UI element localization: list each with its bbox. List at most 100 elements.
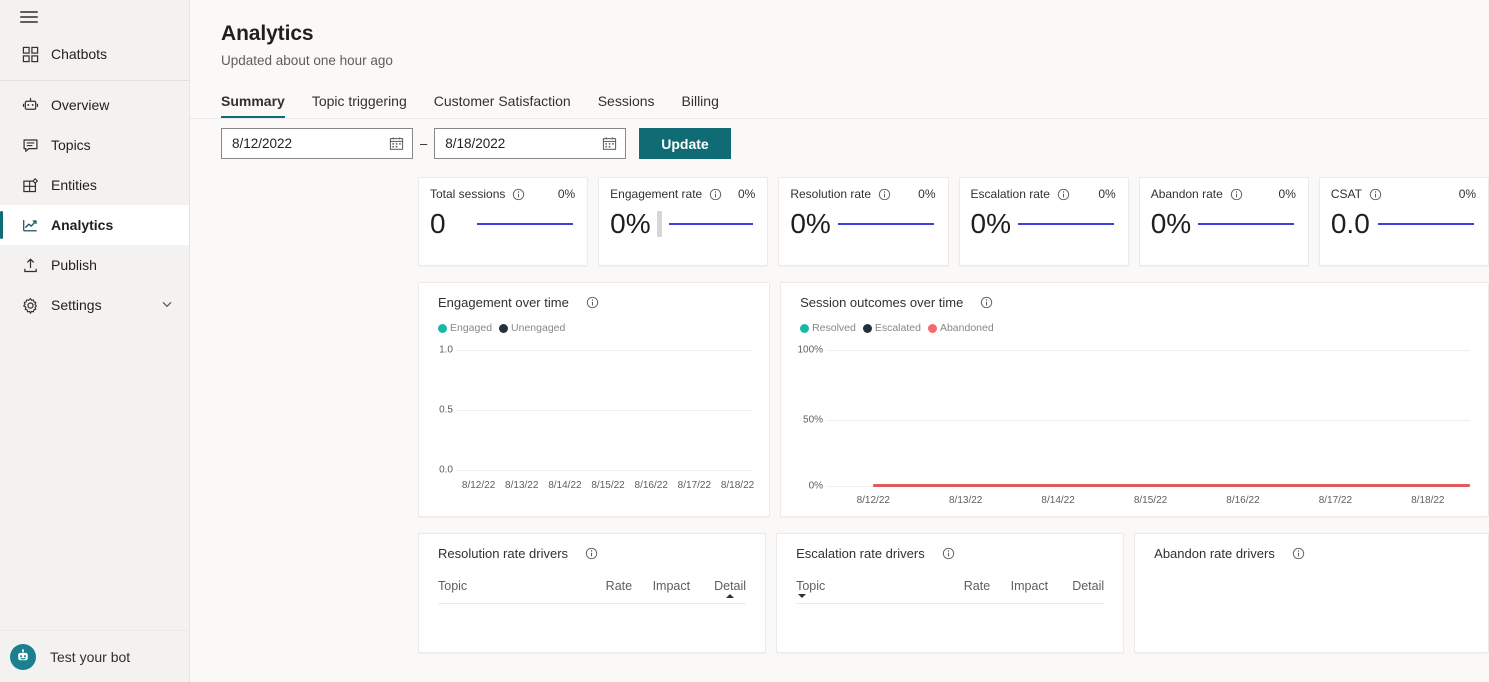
x-axis-tick: 8/13/22 bbox=[949, 495, 983, 506]
page-subtitle: Updated about one hour ago bbox=[221, 53, 393, 68]
column-header-impact[interactable]: Impact bbox=[632, 579, 691, 593]
sidebar-item-label: Topics bbox=[51, 137, 91, 153]
sidebar-item-entities[interactable]: Entities bbox=[0, 165, 189, 205]
sidebar: Chatbots Overview Topics Entities Analyt… bbox=[0, 0, 190, 682]
series-line-abandoned bbox=[873, 484, 1470, 487]
info-icon[interactable] bbox=[1230, 188, 1243, 201]
end-date-value: 8/18/2022 bbox=[445, 136, 506, 151]
gridline bbox=[457, 350, 754, 351]
x-axis: 8/12/22 8/13/22 8/14/22 8/15/22 8/16/22 … bbox=[457, 480, 759, 491]
kpi-label: CSAT bbox=[1330, 187, 1362, 201]
sort-ascending-icon bbox=[726, 594, 735, 598]
sidebar-item-chatbots[interactable]: Chatbots bbox=[0, 34, 189, 74]
legend-item[interactable]: Unengaged bbox=[499, 322, 565, 334]
start-date-input[interactable]: 8/12/2022 bbox=[221, 128, 413, 159]
tab-customer-satisfaction[interactable]: Customer Satisfaction bbox=[434, 93, 571, 118]
info-icon[interactable] bbox=[512, 188, 525, 201]
legend-label: Engaged bbox=[450, 322, 493, 334]
legend-item[interactable]: Escalated bbox=[862, 322, 921, 334]
kpi-value: 0.0 bbox=[1330, 208, 1370, 239]
table-header-row: Topic Rate Impact Detail bbox=[438, 579, 747, 604]
legend-item[interactable]: Abandoned bbox=[927, 322, 994, 334]
card-title: Escalation rate drivers bbox=[796, 546, 925, 561]
kpi-card-abandon-rate: Abandon rate 0% 0% bbox=[1138, 177, 1309, 266]
info-icon[interactable] bbox=[1292, 547, 1305, 560]
sidebar-item-overview[interactable]: Overview bbox=[0, 85, 189, 125]
gridline bbox=[827, 420, 1470, 421]
kpi-delta: 0% bbox=[1458, 187, 1477, 201]
sparkline-line bbox=[1017, 223, 1114, 225]
info-icon[interactable] bbox=[878, 188, 891, 201]
sort-descending-icon bbox=[798, 594, 807, 598]
end-date-input[interactable]: 8/18/2022 bbox=[434, 128, 627, 159]
session-outcomes-plot-area: 100% 50% 0% 8/12/22 8/13/22 8/14/22 8/15… bbox=[781, 340, 1488, 506]
kpi-card-total-sessions: Total sessions 0% 0 bbox=[418, 177, 589, 266]
card-title: Session outcomes over time bbox=[800, 295, 964, 310]
x-axis: 8/12/22 8/13/22 8/14/22 8/15/22 8/16/22 … bbox=[827, 495, 1474, 506]
sidebar-item-label: Chatbots bbox=[51, 46, 108, 62]
kpi-delta: 0% bbox=[918, 187, 936, 201]
hamburger-icon[interactable] bbox=[20, 11, 38, 23]
kpi-value: 0% bbox=[790, 208, 831, 239]
tab-sessions[interactable]: Sessions bbox=[598, 93, 655, 118]
info-icon[interactable] bbox=[942, 547, 955, 560]
info-icon[interactable] bbox=[585, 547, 598, 560]
legend-dot-escalated bbox=[862, 323, 872, 333]
legend-dot-abandoned bbox=[927, 323, 937, 333]
date-range-separator: – bbox=[420, 136, 428, 151]
x-axis-tick: 8/12/22 bbox=[461, 480, 496, 491]
column-header-topic[interactable]: Topic bbox=[438, 579, 588, 593]
sidebar-item-label: Overview bbox=[51, 97, 110, 113]
x-axis-tick: 8/14/22 bbox=[1041, 495, 1075, 506]
x-axis-tick: 8/12/22 bbox=[856, 495, 890, 506]
sparkline bbox=[477, 223, 575, 225]
legend-item[interactable]: Engaged bbox=[438, 322, 492, 334]
info-icon[interactable] bbox=[586, 296, 599, 309]
sidebar-item-publish[interactable]: Publish bbox=[0, 245, 189, 285]
kpi-value: 0% bbox=[970, 208, 1011, 239]
tab-topic-triggering[interactable]: Topic triggering bbox=[312, 93, 407, 118]
sparkline-line bbox=[669, 223, 754, 225]
sidebar-item-topics[interactable]: Topics bbox=[0, 125, 189, 165]
column-header-topic[interactable]: Topic bbox=[796, 579, 946, 598]
info-icon[interactable] bbox=[709, 188, 722, 201]
engagement-over-time-card: Engagement over time Engaged Unengaged 1… bbox=[418, 282, 771, 517]
chevron-down-icon[interactable] bbox=[161, 297, 173, 313]
escalation-rate-drivers-card: Escalation rate drivers Topic Rate Impac… bbox=[776, 533, 1125, 653]
sidebar-item-analytics[interactable]: Analytics bbox=[0, 205, 189, 245]
sparkline-line bbox=[477, 223, 574, 225]
tab-bar: Summary Topic triggering Customer Satisf… bbox=[190, 68, 1489, 118]
column-header-detail[interactable]: Detail bbox=[690, 579, 746, 598]
test-your-bot-button[interactable]: Test your bot bbox=[0, 630, 190, 682]
kpi-label: Abandon rate bbox=[1150, 187, 1223, 201]
kpi-value: 0% bbox=[1150, 208, 1192, 239]
kpi-label: Total sessions bbox=[430, 187, 506, 201]
info-icon[interactable] bbox=[1369, 188, 1382, 201]
kpi-label: Resolution rate bbox=[790, 187, 872, 201]
sidebar-item-settings[interactable]: Settings bbox=[0, 285, 189, 325]
info-icon[interactable] bbox=[1057, 188, 1070, 201]
card-title: Resolution rate drivers bbox=[438, 546, 569, 561]
card-title: Abandon rate drivers bbox=[1154, 546, 1275, 561]
info-icon[interactable] bbox=[980, 296, 993, 309]
tab-summary[interactable]: Summary bbox=[221, 93, 285, 118]
calendar-icon[interactable] bbox=[602, 136, 617, 151]
entities-icon bbox=[21, 176, 39, 194]
tab-billing[interactable]: Billing bbox=[682, 93, 719, 118]
column-header-rate[interactable]: Rate bbox=[588, 579, 632, 593]
kpi-card-row: Total sessions 0% 0 Engagement rate 0% 0… bbox=[190, 159, 1489, 266]
driver-card-row: Resolution rate drivers Topic Rate Impac… bbox=[190, 517, 1489, 653]
sparkline bbox=[1378, 223, 1476, 225]
calendar-icon[interactable] bbox=[389, 136, 404, 151]
sparkline-line bbox=[1197, 223, 1294, 225]
column-header-rate[interactable]: Rate bbox=[946, 579, 990, 593]
legend-dot-resolved bbox=[800, 323, 810, 333]
page-header: Analytics Updated about one hour ago bbox=[190, 0, 1489, 68]
column-header-impact[interactable]: Impact bbox=[990, 579, 1049, 593]
update-button[interactable]: Update bbox=[639, 128, 731, 159]
legend-label: Unengaged bbox=[511, 322, 566, 334]
legend-item[interactable]: Resolved bbox=[800, 322, 856, 334]
legend-dot-engaged bbox=[438, 323, 447, 333]
column-header-detail[interactable]: Detail bbox=[1048, 579, 1104, 593]
sparkline-line bbox=[837, 223, 934, 225]
